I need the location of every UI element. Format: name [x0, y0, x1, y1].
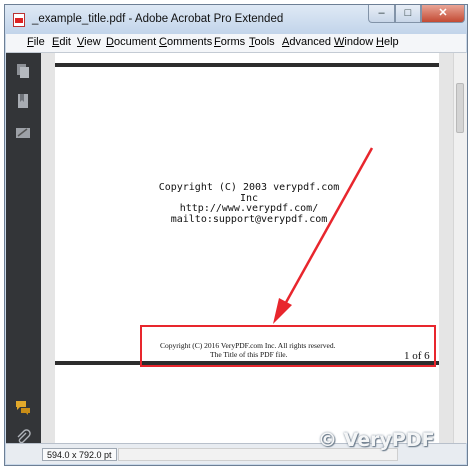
- annotation-arrow: [273, 147, 374, 324]
- verypdf-watermark: © VeryPDF: [318, 429, 435, 451]
